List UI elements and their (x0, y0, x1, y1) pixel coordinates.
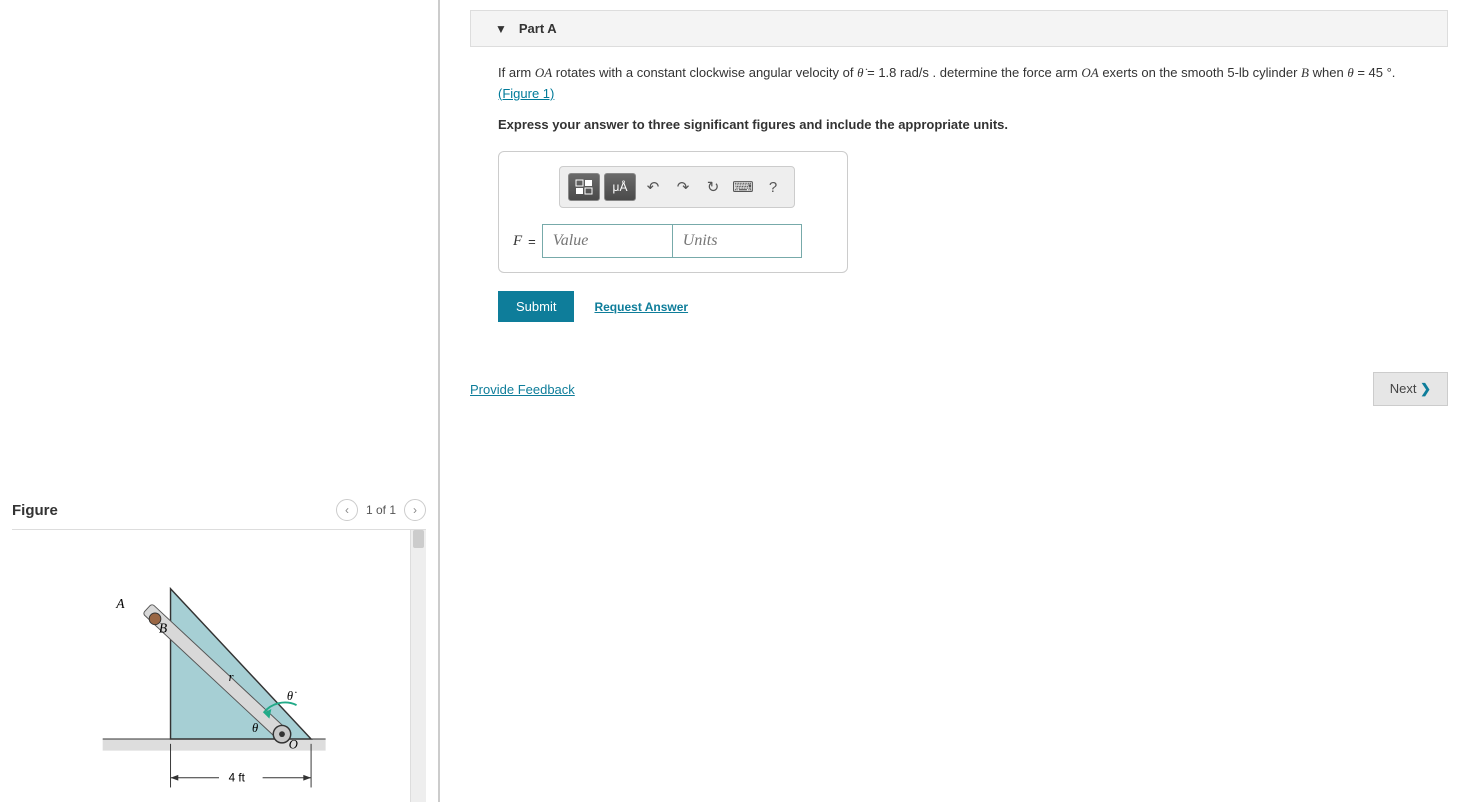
chevron-right-icon: ❯ (1420, 381, 1431, 396)
part-header[interactable]: ▼ Part A (470, 10, 1448, 47)
request-answer-link[interactable]: Request Answer (594, 300, 688, 314)
keyboard-button[interactable]: ⌨ (730, 174, 756, 200)
figure-body: A B r θ θ̇ O 4 ft (12, 530, 426, 802)
right-panel: ▼ Part A If arm OA rotates with a consta… (440, 0, 1478, 802)
problem-text: If arm OA rotates with a constant clockw… (498, 63, 1448, 105)
special-chars-button[interactable]: μÅ (604, 173, 636, 201)
feedback-row: Provide Feedback Next ❯ (470, 372, 1448, 406)
redo-button[interactable]: ↷ (670, 174, 696, 200)
thetaval: = 45 °. (1354, 65, 1396, 80)
svg-text:B: B (159, 620, 167, 635)
figure-next-button[interactable]: › (404, 499, 426, 521)
next-label: Next (1390, 381, 1417, 396)
svg-text:O: O (289, 738, 298, 752)
next-button[interactable]: Next ❯ (1373, 372, 1448, 406)
thetadotval: = 1.8 rad/s (864, 65, 929, 80)
field-wrap (542, 224, 802, 258)
provide-feedback-link[interactable]: Provide Feedback (470, 382, 575, 397)
arm-oa2: OA (1081, 65, 1098, 80)
left-panel: Figure ‹ 1 of 1 › (0, 0, 440, 802)
svg-text:r: r (229, 670, 234, 684)
figure-header: Figure ‹ 1 of 1 › (12, 493, 426, 530)
input-row: F = (513, 224, 833, 258)
svg-text:A: A (115, 596, 125, 611)
submit-row: Submit Request Answer (498, 291, 1478, 322)
figure-scrollbar[interactable] (410, 530, 426, 802)
figure-prev-button[interactable]: ‹ (336, 499, 358, 521)
equals: = (528, 234, 536, 249)
scrollbar-thumb[interactable] (413, 530, 424, 548)
templates-button[interactable] (568, 173, 600, 201)
undo-button[interactable]: ↶ (640, 174, 666, 200)
figure-image: A B r θ θ̇ O 4 ft (72, 550, 366, 802)
figure-counter: 1 of 1 (366, 503, 396, 517)
answer-box: μÅ ↶ ↷ ↻ ⌨ ? F = (498, 151, 848, 273)
figure-title: Figure (12, 502, 58, 519)
t5: when (1309, 65, 1347, 80)
templates-icon (575, 179, 593, 195)
svg-text:θ̇: θ̇ (287, 689, 297, 703)
answer-toolbar: μÅ ↶ ↷ ↻ ⌨ ? (559, 166, 795, 208)
t3: . determine the force arm (929, 65, 1081, 80)
svg-text:4 ft: 4 ft (229, 772, 246, 785)
units-input[interactable] (672, 224, 802, 258)
figure-panel: Figure ‹ 1 of 1 › (0, 493, 438, 802)
reset-button[interactable]: ↻ (700, 174, 726, 200)
arm-oa: OA (535, 65, 552, 80)
figure-link[interactable]: (Figure 1) (498, 86, 554, 101)
help-button[interactable]: ? (760, 174, 786, 200)
problem-statement: If arm OA rotates with a constant clockw… (440, 47, 1478, 135)
part-title: Part A (519, 21, 557, 36)
figure-nav: ‹ 1 of 1 › (336, 499, 426, 521)
variable-label: F (513, 233, 522, 250)
bvar: B (1301, 65, 1309, 80)
caret-down-icon: ▼ (495, 22, 507, 36)
t2: rotates with a constant clockwise angula… (552, 65, 857, 80)
t4: exerts on the smooth 5-lb cylinder (1099, 65, 1301, 80)
svg-text:θ: θ (252, 721, 258, 735)
value-input[interactable] (542, 224, 672, 258)
t1: If arm (498, 65, 535, 80)
submit-button[interactable]: Submit (498, 291, 574, 322)
instruction: Express your answer to three significant… (498, 115, 1448, 136)
